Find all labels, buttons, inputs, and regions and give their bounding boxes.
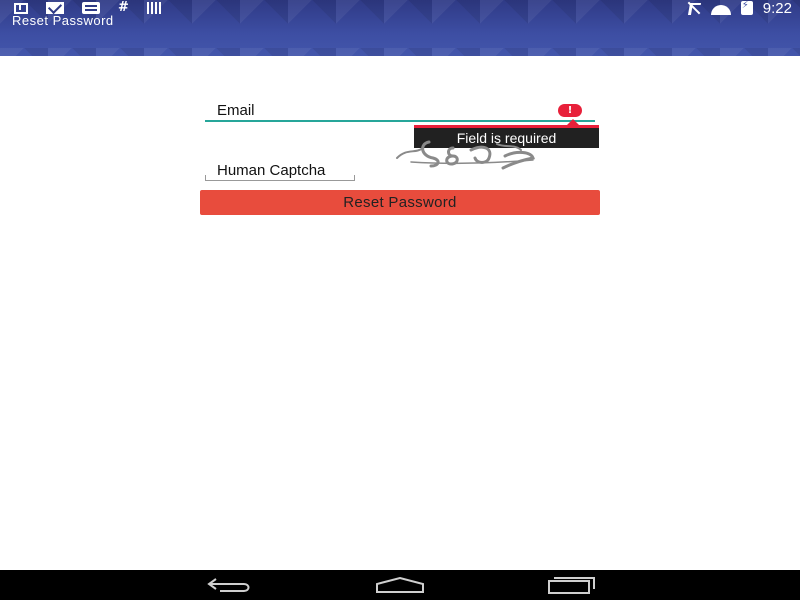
system-status-icons: 9:22 bbox=[687, 0, 792, 17]
status-and-app-bar: # 9:22 Reset Password bbox=[0, 0, 800, 56]
clock: 9:22 bbox=[762, 0, 792, 17]
home-icon[interactable] bbox=[376, 577, 424, 593]
download-icon bbox=[14, 2, 28, 14]
barcode-icon bbox=[146, 2, 163, 14]
page-title: Reset Password bbox=[12, 13, 114, 28]
hash-icon: # bbox=[118, 0, 129, 15]
reset-password-button[interactable]: Reset Password bbox=[200, 190, 600, 215]
captcha-image bbox=[396, 140, 535, 170]
email-field[interactable] bbox=[205, 100, 595, 122]
battery-charging-icon bbox=[740, 0, 753, 15]
email-field-wrapper: ! bbox=[205, 100, 595, 124]
error-icon[interactable]: ! bbox=[558, 104, 582, 117]
mute-icon bbox=[687, 1, 701, 15]
back-icon[interactable] bbox=[206, 576, 252, 594]
recent-apps-icon[interactable] bbox=[548, 576, 596, 594]
wifi-icon bbox=[711, 1, 731, 15]
captcha-field[interactable] bbox=[205, 160, 355, 181]
